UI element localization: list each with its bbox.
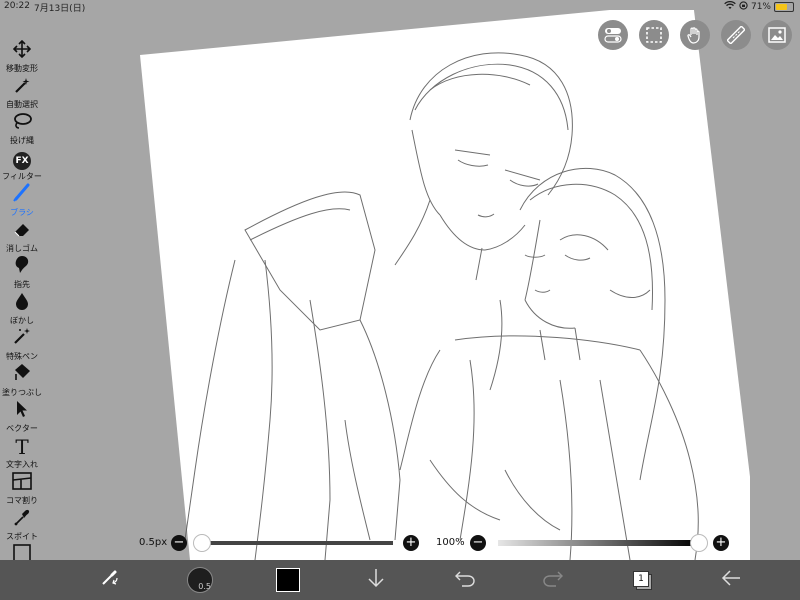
tool-eraser[interactable]: 消しゴム [0,222,44,254]
drawing-canvas[interactable] [140,2,760,570]
tool-label: フィルター [2,172,42,181]
tool-label: 指先 [14,280,30,289]
tool-filter[interactable]: FX フィルター [0,150,44,182]
opacity-thumb[interactable] [690,534,708,552]
eraser-icon [12,220,32,242]
back-button[interactable] [711,560,751,600]
ruler-button[interactable] [721,20,751,50]
status-time: 20:22 [4,1,30,11]
brush-size-preview-button[interactable]: 0.5 [180,560,220,600]
fill-bucket-icon [12,362,32,386]
redo-icon [542,569,564,591]
tool-label: 投げ縄 [10,136,34,145]
tool-label: 文字入れ [6,460,38,469]
image-icon [768,27,786,43]
brush-icon [12,182,32,206]
selection-button[interactable] [639,20,669,50]
move-icon [12,39,32,62]
brush-size-value: 0.5px [139,537,168,548]
undo-button[interactable] [445,560,485,600]
opacity-decrease-button[interactable]: − [470,535,486,551]
tool-lasso[interactable]: 投げ縄 [0,112,44,146]
layer-count: 1 [633,571,649,587]
tool-sidebar: 移動変形自動選択投げ縄 FX フィルターブラシ消しゴム指先ぼかし特殊ペン塗りつぶしベ… [0,39,44,580]
arrow-down-icon [366,567,386,593]
tool-special-pen[interactable]: 特殊ペン [0,328,44,362]
tool-label: ベクター [6,424,38,433]
tool-label: 特殊ペン [6,352,38,361]
tool-label: 消しゴム [6,244,38,253]
status-date: 7月13日(日) [34,4,86,14]
eyedropper-icon [13,506,31,530]
droplet-icon [15,292,29,314]
redo-button[interactable] [533,560,573,600]
tool-move[interactable]: 移動変形 [0,39,44,74]
battery-percent: 71% [750,2,771,12]
tool-eyedropper[interactable]: スポイト [0,509,44,542]
brush-size-fill [200,541,393,545]
tool-vector[interactable]: ベクター [0,400,44,434]
tool-label: 移動変形 [6,64,38,73]
arrow-left-icon [720,569,742,591]
tool-autoselect[interactable]: 自動選択 [0,78,44,110]
tool-label: 自動選択 [6,100,38,109]
battery-icon [774,2,794,12]
opacity-increase-button[interactable]: + [713,535,729,551]
tool-label: ぼかし [10,316,34,325]
tool-brush[interactable]: ブラシ [0,183,44,218]
color-button[interactable] [268,560,308,600]
text-icon: T [15,435,29,459]
color-swatch [276,568,300,592]
tool-label: ブラシ [10,208,34,217]
swap-brush-icon [99,567,121,593]
tool-label: スポイト [6,532,38,541]
canvas-paper [140,2,760,560]
fx-icon: FX [13,152,31,170]
selection-icon [645,26,663,44]
opacity-slider[interactable]: 100% − + [430,533,735,553]
brush-size-slider[interactable]: 0.5px − + [135,533,425,553]
tool-blur[interactable]: ぼかし [0,292,44,326]
tool-finger[interactable]: 指先 [0,256,44,290]
magic-wand-icon [13,76,31,98]
finger-icon [13,254,31,278]
layers-button[interactable]: 1 [622,560,662,600]
swap-tool-button[interactable] [90,560,130,600]
bottom-toolbar: 0.5 1 [0,560,800,600]
tool-frame[interactable]: コマ割り [0,472,44,506]
tool-fill[interactable]: 塗りつぶし [0,364,44,398]
frame-divider-icon [12,472,32,494]
toggle-icon [604,27,622,43]
cursor-arrow-icon [14,400,30,422]
toggle-button[interactable] [598,20,628,50]
brush-size-thumb[interactable] [192,534,211,552]
lasso-icon [12,112,32,134]
tool-label: 塗りつぶし [1,388,43,397]
download-button[interactable] [356,560,396,600]
brush-size-increase-button[interactable]: + [403,535,419,551]
layers-icon: 1 [632,570,652,590]
hand-button[interactable] [680,20,710,50]
material-button[interactable] [762,20,792,50]
opacity-track[interactable] [498,540,698,546]
undo-icon [454,569,476,591]
ruler-icon [727,26,745,44]
brush-size-decrease-button[interactable]: − [171,535,187,551]
hand-icon [686,26,704,44]
tool-text[interactable]: T 文字入れ [0,435,44,470]
opacity-value: 100% [436,537,465,548]
brush-size-badge: 0.5 [198,582,211,591]
brush-size-badge-circle: 0.5 [187,567,213,593]
special-pen-icon [12,326,32,350]
tool-label: コマ割り [6,496,38,505]
